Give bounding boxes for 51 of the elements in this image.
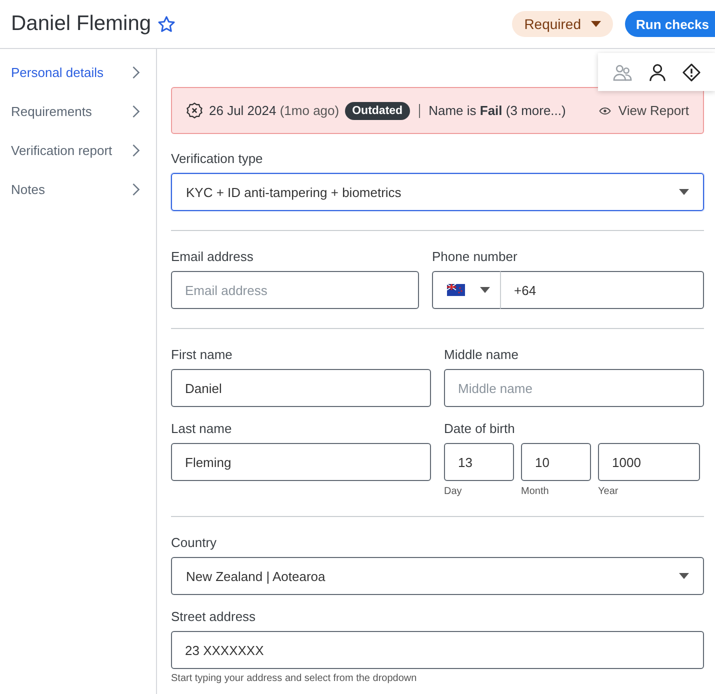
chevron-right-icon <box>132 105 140 118</box>
result-summary: Name is Fail (3 more...) <box>428 103 566 118</box>
field-label: Phone number <box>432 249 518 264</box>
caret-icon <box>679 573 689 579</box>
status-dropdown[interactable]: Required <box>512 11 614 37</box>
sidebar-item[interactable]: Requirements <box>0 99 156 124</box>
sidebar-item[interactable]: Verification report <box>0 138 156 163</box>
field-label: Middle name <box>444 347 520 362</box>
input-field[interactable]: 13 <box>444 443 514 481</box>
warning-icon[interactable] <box>682 62 702 82</box>
chevron-right-icon <box>132 66 140 79</box>
field-label: First name <box>171 347 234 362</box>
eye-icon <box>599 106 612 114</box>
caret-icon <box>679 189 689 195</box>
input-field[interactable]: Email address <box>171 271 419 309</box>
input-field[interactable]: Fleming <box>171 443 431 481</box>
star-icon[interactable] <box>157 14 176 34</box>
field-label: Country <box>171 535 218 550</box>
input-field[interactable]: 1000 <box>598 443 700 481</box>
people-icon[interactable] <box>612 62 633 82</box>
sidebar-item[interactable]: Notes <box>0 177 156 202</box>
chevron-right-icon <box>132 183 140 196</box>
select-field[interactable]: KYC + ID anti-tampering + biometrics <box>171 173 704 211</box>
flag-icon <box>447 284 465 296</box>
hint-text: Start typing your address and select from the dropdown <box>171 673 418 684</box>
country-code-dropdown[interactable] <box>432 271 500 309</box>
field-caption: Day <box>444 486 463 497</box>
field-label: Verification type <box>171 151 264 166</box>
field-caption: Month <box>521 486 550 497</box>
phone-field[interactable]: +64 <box>500 271 704 309</box>
field-caption: Year <box>598 486 620 497</box>
chevron-right-icon <box>132 144 140 157</box>
page-title: Daniel Fleming <box>11 12 152 36</box>
input-field[interactable]: Middle name <box>444 369 704 407</box>
field-label: Email address <box>171 249 254 264</box>
sidebar-item[interactable]: Personal details <box>0 60 156 85</box>
caret-icon <box>480 287 490 293</box>
user-icon[interactable] <box>648 62 667 82</box>
field-label: Date of birth <box>444 421 516 436</box>
input-field[interactable]: 10 <box>521 443 591 481</box>
field-label: Street address <box>171 609 257 624</box>
error-badge-icon <box>186 102 203 119</box>
field-label: Last name <box>171 421 233 436</box>
select-field[interactable]: New Zealand | Aotearoa <box>171 557 704 595</box>
input-field[interactable]: 23 XXXXXXX <box>171 631 704 669</box>
input-field[interactable]: Daniel <box>171 369 431 407</box>
caret-icon <box>591 21 602 27</box>
view-report-link[interactable]: View Report <box>599 103 689 118</box>
status-badge: Outdated <box>345 102 410 120</box>
run-checks-button[interactable]: Run checks <box>625 11 715 37</box>
check-date: 26 Jul 2024 (1mo ago) <box>209 103 340 118</box>
